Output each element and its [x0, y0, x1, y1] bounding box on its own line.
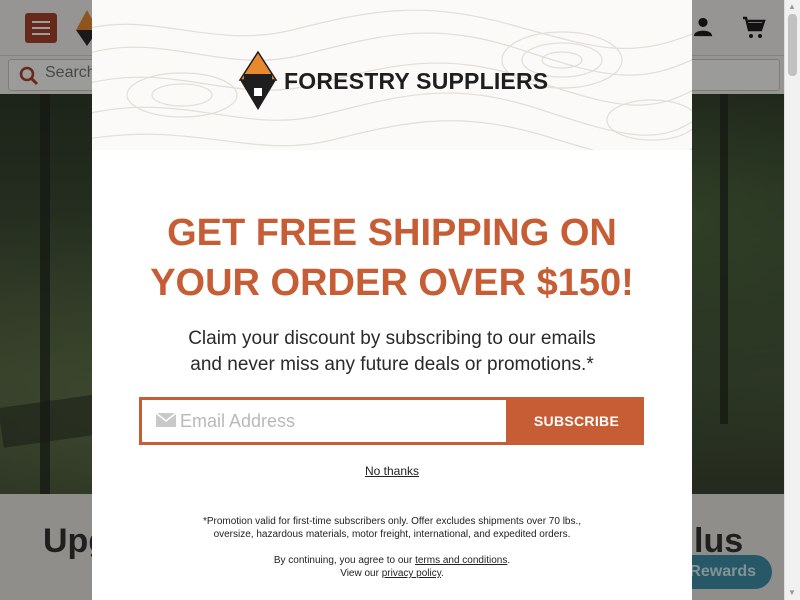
view-suffix: .	[441, 568, 444, 579]
subtext-line-1: Claim your discount by subscribing to ou…	[188, 328, 596, 349]
promo-headline: GET FREE SHIPPING ON YOUR ORDER OVER $15…	[92, 208, 692, 308]
headline-line-1: GET FREE SHIPPING ON	[167, 212, 617, 254]
modal-header: FORESTRY SUPPLIERS	[92, 0, 692, 150]
consent-suffix: .	[507, 555, 511, 566]
scroll-down-icon[interactable]: ▼	[788, 588, 796, 597]
signup-modal: FORESTRY SUPPLIERS GET FREE SHIPPING ON …	[92, 0, 692, 600]
signup-form: SUBSCRIBE	[139, 397, 644, 445]
email-input[interactable]	[180, 408, 490, 434]
scroll-up-icon[interactable]: ▲	[788, 2, 796, 11]
subtext-line-2: and never miss any future deals or promo…	[190, 354, 594, 375]
promo-subtext: Claim your discount by subscribing to ou…	[92, 326, 692, 378]
fine-print-line-2: oversize, hazardous materials, motor fre…	[213, 529, 571, 540]
email-field[interactable]	[142, 400, 506, 442]
brand-name: FORESTRY SUPPLIERS	[284, 68, 549, 94]
scroll-thumb[interactable]	[788, 14, 797, 76]
privacy-link[interactable]: privacy policy	[382, 568, 441, 579]
consent-prefix: By continuing, you agree to our	[273, 555, 416, 566]
terms-link[interactable]: terms and conditions	[415, 555, 507, 566]
no-thanks-link[interactable]: No thanks	[92, 464, 692, 478]
view-prefix: View our	[340, 568, 382, 579]
mail-icon	[156, 413, 176, 427]
subscribe-button[interactable]: SUBSCRIBE	[509, 397, 644, 445]
headline-line-2: YOUR ORDER OVER $150!	[150, 262, 634, 304]
consent-text: By continuing, you agree to our terms an…	[92, 554, 692, 580]
scrollbar[interactable]: ▲ ▼	[784, 0, 800, 600]
brand-logo-icon	[238, 50, 278, 110]
promo-fine-print: *Promotion valid for first-time subscrib…	[92, 515, 692, 541]
fine-print-line-1: *Promotion valid for first-time subscrib…	[202, 516, 582, 527]
